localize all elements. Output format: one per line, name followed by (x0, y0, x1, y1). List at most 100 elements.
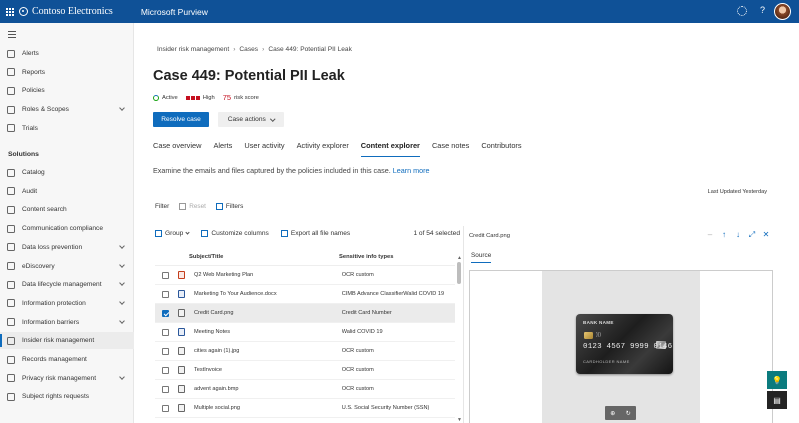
sidebar-item-insider-risk-management[interactable]: Insider risk management (0, 332, 134, 350)
user-avatar[interactable] (774, 3, 791, 20)
sidebar-item-trials[interactable]: Trials (0, 120, 134, 137)
reset-button[interactable]: Reset (189, 203, 206, 210)
feedback-chat-icon[interactable]: ▤ (767, 391, 787, 409)
tab-contributors[interactable]: Contributors (481, 141, 521, 157)
row-title[interactable]: advent again.bmp (194, 386, 342, 392)
row-checkbox[interactable] (162, 309, 169, 317)
sidebar-item-ediscovery[interactable]: eDiscovery (0, 258, 134, 275)
tab-case-notes[interactable]: Case notes (432, 141, 469, 157)
row-title[interactable]: cities again (1).jpg (194, 348, 342, 354)
row-checkbox[interactable] (162, 404, 169, 412)
group-label: Group (165, 230, 184, 237)
sidebar-item-reports[interactable]: Reports (0, 64, 134, 81)
tab-activity-explorer[interactable]: Activity explorer (297, 141, 349, 157)
table-row[interactable]: Multiple social.png U.S. Social Security … (155, 399, 455, 418)
severity-bars-icon (185, 95, 200, 100)
tab-alerts[interactable]: Alerts (213, 141, 232, 157)
minus-icon[interactable]: – (706, 230, 714, 240)
chevron-down-icon (119, 242, 125, 249)
sidebar-item-label: Alerts (22, 50, 39, 57)
row-checkbox[interactable] (162, 385, 169, 393)
row-sensitive-info: Credit Card Number (341, 310, 392, 316)
filter-icon (215, 203, 223, 210)
sidebar-item-data-loss-prevention[interactable]: Data loss prevention (0, 239, 134, 256)
tab-source[interactable]: Source (471, 252, 492, 263)
sidebar-item-records-management[interactable]: Records management (0, 351, 134, 368)
card-holder: CARDHOLDER NAME (583, 359, 630, 364)
table-row[interactable]: Q2 Web Marketing Plan OCR custom (155, 266, 455, 285)
help-icon[interactable]: ? (760, 5, 765, 15)
app-launcher-icon[interactable] (6, 7, 14, 16)
row-title[interactable]: TestInvoice (194, 367, 342, 373)
row-title[interactable]: Meeting Notes (194, 329, 342, 335)
case-status-row: Active High 75 risk score (153, 93, 259, 102)
row-title[interactable]: Q2 Web Marketing Plan (194, 272, 342, 278)
table-scrollbar[interactable]: ▲ ▼ (456, 255, 462, 423)
insider-risk-icon (7, 336, 15, 345)
tab-user-activity[interactable]: User activity (244, 141, 284, 157)
assistant-icon[interactable]: 💡 (767, 371, 787, 389)
communication-icon (7, 224, 15, 233)
sidebar-item-communication-compliance[interactable]: Communication compliance (0, 220, 134, 237)
table-row[interactable]: TestInvoice OCR custom (155, 361, 455, 380)
column-header-subject[interactable]: Subject/Title (155, 254, 339, 260)
row-title[interactable]: Multiple social.png (194, 405, 342, 411)
scroll-up-icon[interactable]: ▲ (457, 255, 462, 261)
sidebar-item-roles-scopes[interactable]: Roles & Scopes (0, 101, 134, 118)
preview-actions: – ↑ ↓ ⤢ ✕ (706, 230, 770, 240)
row-checkbox[interactable] (162, 328, 169, 336)
breadcrumb-insider-risk[interactable]: Insider risk management (157, 46, 229, 53)
case-actions-button[interactable]: Case actions (218, 112, 284, 127)
scrollbar-thumb[interactable] (457, 262, 461, 284)
table-row[interactable]: Marketing To Your Audience.docx CIMB Adva… (155, 285, 455, 304)
row-checkbox[interactable] (162, 290, 169, 298)
sidebar-item-audit[interactable]: Audit (0, 183, 134, 200)
learn-more-link[interactable]: Learn more (393, 166, 430, 175)
row-title[interactable]: Marketing To Your Audience.docx (194, 291, 342, 297)
sidebar-item-data-lifecycle-management[interactable]: Data lifecycle management (0, 276, 134, 293)
zoom-in-icon[interactable]: ⊕ (610, 410, 615, 417)
sidebar-item-privacy-risk-management[interactable]: Privacy risk management (0, 370, 134, 387)
table-row[interactable]: cities again (1).jpg OCR custom (155, 342, 455, 361)
column-header-sensitive-info[interactable]: Sensitive info types (339, 254, 454, 260)
reset-icon (179, 203, 187, 210)
export-button[interactable]: Export all file names (280, 230, 350, 237)
settings-gear-icon[interactable] (737, 6, 747, 16)
sidebar-item-information-barriers[interactable]: Information barriers (0, 314, 134, 331)
hamburger-menu-icon[interactable] (8, 31, 16, 40)
ppt-file-icon (178, 271, 185, 279)
dlp-icon (7, 243, 15, 252)
sidebar-item-label: Data loss prevention (22, 243, 83, 251)
tab-description: Examine the emails and files captured by… (153, 166, 429, 175)
sidebar-item-information-protection[interactable]: Information protection (0, 295, 134, 312)
row-checkbox[interactable] (162, 271, 169, 279)
expand-icon[interactable]: ⤢ (748, 230, 756, 240)
scroll-down-icon[interactable]: ▼ (457, 417, 462, 423)
sidebar-item-label: Policies (22, 87, 45, 95)
tab-content-explorer[interactable]: Content explorer (360, 141, 421, 157)
group-button[interactable]: Group (155, 230, 190, 237)
sidebar-item-subject-rights-requests[interactable]: Subject rights requests (0, 388, 134, 405)
filters-button[interactable]: Filters (226, 203, 243, 210)
sidebar-item-alerts[interactable]: Alerts (0, 45, 134, 62)
sidebar-item-content-search[interactable]: Content search (0, 201, 134, 218)
sidebar-item-catalog[interactable]: Catalog (0, 164, 134, 181)
row-checkbox[interactable] (162, 366, 169, 374)
resolve-case-button[interactable]: Resolve case (153, 112, 209, 127)
breadcrumb-cases[interactable]: Cases (239, 46, 258, 53)
close-icon[interactable]: ✕ (762, 230, 770, 240)
row-checkbox[interactable] (162, 347, 169, 355)
rotate-icon[interactable]: ↻ (626, 410, 631, 417)
sidebar-item-policies[interactable]: Policies (0, 82, 134, 99)
table-row[interactable]: Meeting Notes Walid COVID 19 (155, 323, 455, 342)
table-row[interactable]: Credit Card.png Credit Card Number (155, 304, 455, 323)
preview-file-name: Credit Card.png (469, 233, 510, 239)
table-row[interactable]: advent again.bmp OCR custom (155, 380, 455, 399)
arrow-up-icon[interactable]: ↑ (720, 230, 728, 240)
row-title[interactable]: Credit Card.png (194, 310, 342, 316)
img-file-icon (178, 309, 185, 317)
customize-columns-button[interactable]: Customize columns (201, 230, 269, 237)
arrow-down-icon[interactable]: ↓ (734, 230, 742, 240)
tab-case-overview[interactable]: Case overview (153, 141, 201, 157)
app-name[interactable]: Microsoft Purview (141, 7, 208, 17)
